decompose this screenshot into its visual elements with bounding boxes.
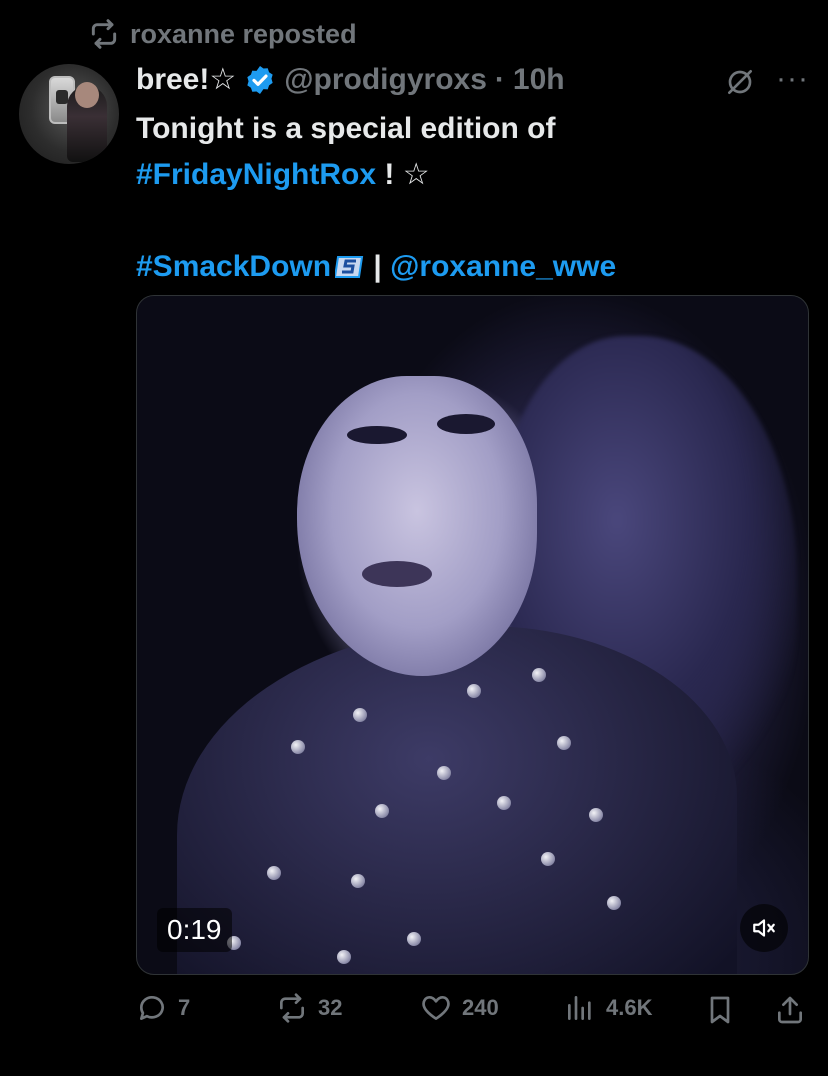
video-frame-eye <box>347 426 407 444</box>
like-icon <box>422 996 450 1020</box>
video-player[interactable]: 0:19 <box>136 295 809 975</box>
mute-button[interactable] <box>740 904 788 952</box>
mention-roxanne[interactable]: @roxanne_wwe <box>390 250 616 283</box>
jacket-stud <box>437 766 451 780</box>
video-frame-body <box>177 626 737 974</box>
jacket-stud <box>589 808 603 822</box>
author-handle[interactable]: @prodigyroxs <box>284 63 487 97</box>
avatar-head <box>75 82 99 108</box>
reply-button[interactable]: 7 <box>136 992 190 1024</box>
mute-icon <box>753 919 775 937</box>
repost-button[interactable]: 32 <box>276 992 342 1024</box>
view-count: 4.6K <box>606 995 653 1020</box>
repost-indicator[interactable]: roxanne reposted <box>88 18 357 50</box>
hashtag-smackdown[interactable]: #SmackDown <box>136 250 331 283</box>
jacket-stud <box>497 796 511 810</box>
video-frame-eye <box>437 414 495 434</box>
repost-label: roxanne reposted <box>130 18 357 49</box>
reply-icon <box>140 996 164 1020</box>
time-separator: · <box>494 62 505 96</box>
jacket-stud <box>337 950 351 964</box>
jacket-stud <box>407 932 421 946</box>
like-count: 240 <box>462 995 499 1020</box>
tweet-text-suffix: ! ☆ <box>376 158 430 191</box>
jacket-stud <box>291 740 305 754</box>
video-frame-lips <box>362 561 432 587</box>
verified-badge-icon <box>247 65 273 94</box>
action-bar: 7 32 240 4.6K <box>136 992 808 1032</box>
like-button[interactable]: 240 <box>420 992 499 1024</box>
text-pipe: | <box>365 250 391 283</box>
hashtag-fridaynightrox[interactable]: #FridayNightRox <box>136 158 376 191</box>
bookmark-icon[interactable] <box>704 994 736 1026</box>
jacket-stud <box>267 866 281 880</box>
jacket-stud <box>467 684 481 698</box>
author-name[interactable]: bree!☆ <box>136 62 236 97</box>
share-icon[interactable] <box>774 994 806 1026</box>
jacket-stud <box>607 896 621 910</box>
jacket-stud <box>353 708 367 722</box>
jacket-stud <box>541 852 555 866</box>
reply-count: 7 <box>178 995 191 1020</box>
repost-count: 32 <box>318 995 343 1020</box>
repost-icon <box>280 993 304 1023</box>
tweet-header: bree!☆ @prodigyroxs · 10h <box>136 62 565 97</box>
jacket-stud <box>375 804 389 818</box>
repost-icon <box>91 19 117 49</box>
views-button[interactable]: 4.6K <box>564 992 652 1024</box>
jacket-stud <box>557 736 571 750</box>
views-icon <box>568 996 591 1020</box>
video-frame-face <box>297 376 537 676</box>
grok-icon[interactable] <box>724 66 756 98</box>
more-icon[interactable]: ··· <box>776 64 808 94</box>
jacket-stud <box>532 668 546 682</box>
jacket-stud <box>351 874 365 888</box>
post-time[interactable]: 10h <box>513 63 565 97</box>
tweet-text: Tonight is a special edition of #FridayN… <box>136 106 796 290</box>
video-duration: 0:19 <box>157 908 232 952</box>
avatar[interactable] <box>19 64 119 164</box>
tweet-text-line: Tonight is a special edition of <box>136 112 556 145</box>
smackdown-logo-icon <box>335 256 364 278</box>
